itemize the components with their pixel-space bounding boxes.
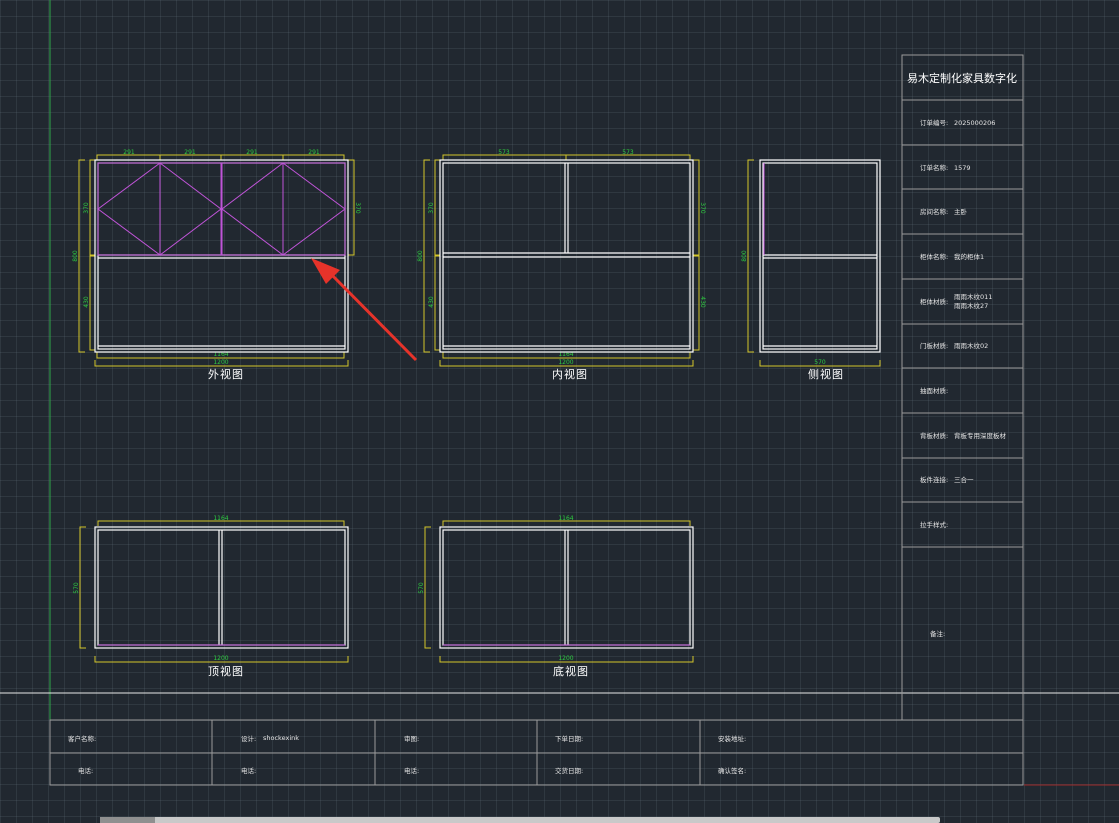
front-view-label: 外视图 [208,367,244,381]
top-view[interactable]: 1164 1200 570 顶视图 [73,515,349,678]
inner-dim-bottom-outer: 1200 [558,359,573,366]
phone-label-1: 电话: [78,766,93,775]
title-row-back-material: 背板材质: 背板专用深度板材 [920,431,1007,440]
remark-label: 备注: [930,629,945,638]
bottom-dim-left: 570 [418,582,425,594]
title-row-value-2: 雨雨木纹27 [954,301,988,310]
delivery-date-label: 交货日期: [555,766,583,775]
title-row-handle-style: 拉手样式: [920,520,948,529]
top-dim-top: 1164 [213,515,228,522]
inner-view-label: 内视图 [552,367,588,381]
inner-dim-top-2: 573 [622,149,634,156]
title-row-label: 订单名称: [920,163,948,172]
cad-drawing-canvas[interactable]: 291 291 291 291 1164 1200 800 370 430 37… [0,0,1119,823]
side-view[interactable]: 800 570 侧视图 [741,159,881,381]
company-title: 易木定制化家具数字化 [907,71,1017,85]
designer-value: shockexink [263,734,299,742]
title-row-value: 我的柜体1 [954,252,984,261]
bottom-dim-top: 1164 [558,515,573,522]
customer-name-label: 客户名称: [68,734,96,743]
title-row-label: 拉手样式: [920,520,948,529]
title-row-value: 雨雨木纹02 [954,341,988,350]
install-address-label: 安装地址: [718,734,746,743]
title-row-value: 1579 [954,164,971,172]
inner-dim-top-1: 573 [498,149,510,156]
top-cabinet-frame [94,526,349,649]
title-row-drawer-material: 抽面材质: [920,386,948,395]
title-row-label: 柜体名称: [920,252,948,261]
bottom-view-label: 底视图 [553,664,589,678]
annotation-arrow [311,258,418,362]
side-dim-bottom: 570 [814,359,826,366]
front-dim-left-upper: 370 [83,202,90,214]
inner-dim-right-upper: 370 [699,202,706,214]
title-row-value: 雨雨木纹011 [954,292,992,301]
scrollbar-thumb[interactable] [100,817,155,823]
bottom-dim-bottom: 1200 [558,655,573,662]
bottom-table-grid [49,719,1024,786]
side-dim-left-total: 800 [741,250,748,262]
bottom-info-table[interactable]: 客户名称: 设计: shockexink 审图: 下单日期: 安装地址: 电话:… [49,719,1024,786]
title-row-value: 三合一 [954,475,974,484]
title-row-label: 柜体材质: [920,297,948,306]
title-row-cabinet-name: 柜体名称: 我的柜体1 [920,252,984,261]
phone-label-3: 电话: [404,766,419,775]
front-dim-top-2: 291 [184,149,196,156]
designer-label: 设计: [241,734,256,743]
order-date-label: 下单日期: [555,734,583,743]
front-dim-bottom-outer: 1200 [213,359,228,366]
title-row-connection: 板件连接: 三合一 [920,475,974,484]
inner-dim-left-lower: 430 [428,296,435,308]
inner-view[interactable]: 573 573 1164 1200 800 370 430 370 430 内视… [417,149,706,381]
front-dim-left-lower: 430 [83,296,90,308]
title-row-room-name: 房间名称: 主卧 [920,207,968,216]
signature-label: 确认签名: [718,766,746,775]
bottom-dim-lines [424,520,694,663]
title-row-order-no: 订单编号: 2025000206 [920,118,995,127]
title-row-label: 门板材质: [920,341,948,350]
title-row-cabinet-material: 柜体材质: 雨雨木纹011 雨雨木纹27 [920,292,992,310]
side-cabinet-frame [759,159,881,353]
title-row-label: 订单编号: [920,118,948,127]
inner-dim-left-total: 800 [417,250,424,262]
inner-dim-left-upper: 370 [428,202,435,214]
horizontal-scrollbar[interactable] [100,817,940,823]
title-row-label: 房间名称: [920,207,948,216]
title-row-order-name: 订单名称: 1579 [920,163,971,172]
inner-dim-lines [423,154,700,367]
top-dim-bottom: 1200 [213,655,228,662]
phone-label-2: 电话: [241,766,256,775]
inner-dim-right-lower: 430 [699,296,706,308]
front-dim-top-3: 291 [246,149,258,156]
front-dim-top-1: 291 [123,149,135,156]
front-door-panels [97,162,346,256]
front-dim-top-4: 291 [308,149,320,156]
title-row-label: 抽面材质: [920,386,948,395]
title-row-value: 2025000206 [954,119,995,127]
title-row-label: 板件连接: [920,475,948,484]
title-row-value: 主卧 [954,207,968,216]
side-view-label: 侧视图 [808,367,844,381]
front-dim-left-total: 800 [72,250,79,262]
side-dim-lines [747,159,881,367]
bottom-cabinet-frame [439,526,694,649]
front-dim-right-upper: 370 [354,202,361,214]
title-row-value: 背板专用深度板材 [954,431,1007,440]
title-row-label: 背板材质: [920,431,948,440]
inner-cabinet-frame [439,159,694,353]
top-view-label: 顶视图 [208,664,244,678]
review-label: 审图: [404,734,419,743]
title-block[interactable]: 易木定制化家具数字化 订单编号: 2025000206 订单名称: 1579 房… [901,54,1024,721]
title-row-door-material: 门板材质: 雨雨木纹02 [920,341,988,350]
top-dim-lines [79,520,349,663]
top-dim-left: 570 [73,582,80,594]
bottom-view[interactable]: 1164 1200 570 底视图 [418,515,694,678]
